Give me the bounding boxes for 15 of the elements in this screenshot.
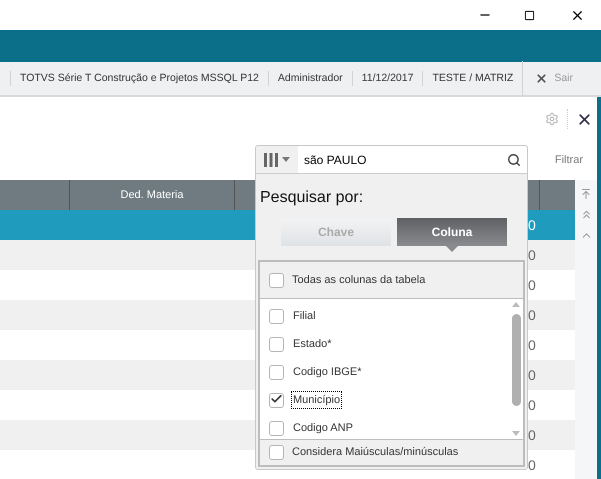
table-cell-text: 0 [528,366,536,384]
table-cell-text: 0 [528,216,536,234]
search-heading: Pesquisar por: [260,188,364,208]
info-item: 11/12/2017 [352,70,422,86]
info-item: Administrador [268,70,352,86]
table-cell-text: 0 [528,426,536,444]
info-item: TESTE / MATRIZ [422,70,522,86]
info-item: TOTVS Série T Construção e Projetos MSSQL P12 [10,70,268,86]
table-cell-text: 0 [528,306,536,324]
table-cell-text: 0 [528,456,536,474]
table-cell-text: 0 [528,246,536,264]
table-cell-text: 0 [528,276,536,294]
table-cell-text: 0 [528,396,536,414]
table-cell-text: 0 [528,336,536,354]
search-value: são PAULO [304,152,368,168]
